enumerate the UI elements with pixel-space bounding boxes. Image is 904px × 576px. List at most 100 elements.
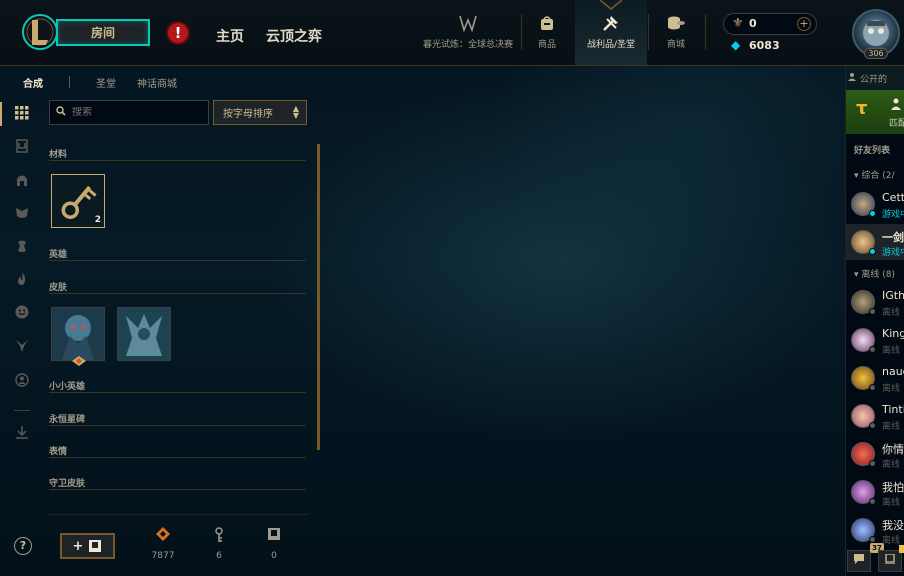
friend-name: Cetto	[882, 191, 904, 204]
chest-icon	[254, 527, 294, 545]
alert-icon[interactable]: !	[166, 21, 190, 45]
search-input[interactable]	[72, 107, 202, 118]
be-value: 6083	[749, 39, 780, 52]
footer-divider	[49, 514, 309, 515]
tab-worlds[interactable]: 暮光试炼：全球总决赛	[418, 0, 518, 65]
skin-rarity-icon	[72, 356, 86, 366]
room-button[interactable]: 房间	[56, 19, 150, 46]
group-general-label: 综合 (2/	[861, 171, 895, 181]
loot-item-skin[interactable]	[117, 307, 171, 361]
friend-row[interactable]: 你情 离线	[846, 436, 904, 472]
friend-name: IGthe	[882, 289, 904, 302]
sort-label: 按字母排序	[223, 109, 273, 120]
loot-item-key[interactable]: 2	[51, 174, 105, 228]
friend-status: 离线	[882, 422, 901, 432]
friends-panel: 公开的 τ 匹配 好友列表 ▾ 综合 (2/ Cetto 游戏中 一剑 游戏中 …	[845, 66, 904, 576]
tab-divider	[705, 14, 706, 50]
subtab-crafting[interactable]: 合成	[23, 75, 43, 90]
search-box[interactable]	[49, 100, 209, 125]
tft-logo-icon: τ	[856, 98, 868, 119]
friend-row[interactable]: 我怕 离线	[846, 474, 904, 510]
subtab-mythic-shop[interactable]: 神话商城	[137, 75, 177, 90]
category-ward-skins: 守卫皮肤	[49, 476, 306, 490]
category-emotes: 表情	[49, 444, 306, 458]
buy-rp-button[interactable]: +	[797, 17, 811, 31]
active-tab-caret-icon	[599, 0, 623, 10]
friend-name: 一剑	[882, 231, 904, 244]
tab-store-items[interactable]: 商品	[524, 0, 570, 65]
skin-mask-icon[interactable]	[12, 203, 32, 223]
notification-badge	[899, 545, 904, 553]
worlds-icon	[458, 13, 478, 33]
friend-status: 游戏中	[882, 248, 904, 258]
friend-name: King	[882, 327, 904, 340]
emote-smile-icon[interactable]	[12, 302, 32, 322]
party-icon	[891, 98, 901, 110]
friend-status: 离线	[882, 460, 901, 470]
friend-name: naug	[882, 365, 904, 378]
friends-public-bar[interactable]: 公开的	[846, 66, 904, 90]
notification-icon	[885, 553, 895, 565]
grid-all-icon[interactable]	[12, 103, 32, 123]
tft-banner[interactable]: τ 匹配	[846, 90, 904, 134]
add-chest-button[interactable]: +	[60, 533, 115, 559]
add-label: +	[72, 538, 84, 554]
status-dot	[869, 210, 876, 217]
nav-tft[interactable]: 云顶之弈	[266, 26, 322, 46]
league-logo-icon[interactable]	[20, 12, 60, 52]
notifications-button[interactable]	[878, 550, 902, 572]
tab-store-items-label: 商品	[537, 40, 556, 50]
eternals-flame-icon[interactable]	[12, 269, 32, 289]
group-offline-label: 离线 (8)	[861, 270, 896, 280]
item-count: 2	[94, 215, 101, 225]
skin-shard-image	[118, 308, 170, 360]
crafting-hammer-icon	[601, 13, 621, 33]
friend-row[interactable]: naug 离线	[846, 360, 904, 396]
category-materials: 材料	[49, 147, 306, 161]
friend-row[interactable]: Tintin 离线	[846, 398, 904, 434]
chest-icon[interactable]	[12, 136, 32, 156]
tab-divider	[521, 14, 522, 50]
help-button[interactable]: ?	[14, 537, 32, 555]
sort-dropdown[interactable]: 按字母排序 ▲ ▼	[213, 100, 307, 125]
tab-shop[interactable]: 商城	[651, 0, 701, 65]
nav-home[interactable]: 主页	[216, 26, 244, 46]
friends-group-general[interactable]: ▾ 综合 (2/	[854, 168, 895, 181]
category-eternals: 永恒星碑	[49, 412, 306, 426]
help-label: ?	[19, 539, 27, 552]
rail-divider	[14, 410, 30, 411]
champion-helmet-icon[interactable]	[12, 170, 32, 190]
friend-row[interactable]: IGthe 离线	[846, 284, 904, 320]
category-little-legends: 小小英雄	[49, 379, 306, 393]
orange-essence-value: 7877	[151, 551, 175, 561]
sort-caret-icon: ▲ ▼	[292, 104, 299, 120]
friend-row[interactable]: King 离线	[846, 322, 904, 358]
rail-active-indicator	[0, 102, 2, 126]
loot-scrollbar[interactable]	[317, 144, 320, 450]
little-legend-icon[interactable]	[12, 236, 32, 256]
status-dot	[869, 346, 876, 353]
friends-group-offline[interactable]: ▾ 离线 (8)	[854, 267, 895, 280]
keys-stat: 6	[199, 527, 239, 561]
tab-loot-label: 战利品/圣堂	[586, 40, 636, 50]
loot-item-skin[interactable]	[51, 307, 105, 361]
status-dot	[869, 460, 876, 467]
category-champions: 英雄	[49, 247, 306, 261]
status-dot	[869, 422, 876, 429]
orange-essence-icon	[143, 527, 183, 545]
friend-row[interactable]: 一剑 游戏中	[846, 224, 904, 260]
tab-divider	[648, 14, 649, 50]
friend-status: 离线	[882, 384, 901, 394]
friend-row[interactable]: Cetto 游戏中	[846, 186, 904, 222]
chests-value: 0	[271, 551, 277, 561]
disenchant-filter-icon[interactable]	[12, 423, 32, 443]
friend-name: 我没	[882, 519, 904, 532]
people-icon	[848, 73, 856, 81]
chat-button[interactable]	[847, 550, 871, 572]
keys-value: 6	[216, 551, 222, 561]
subtab-sanctum[interactable]: 圣堂	[96, 75, 116, 90]
profile-icon-category-icon[interactable]	[12, 370, 32, 390]
ward-icon[interactable]	[12, 336, 32, 356]
friends-list-title: 好友列表	[854, 146, 891, 156]
status-dot	[869, 498, 876, 505]
